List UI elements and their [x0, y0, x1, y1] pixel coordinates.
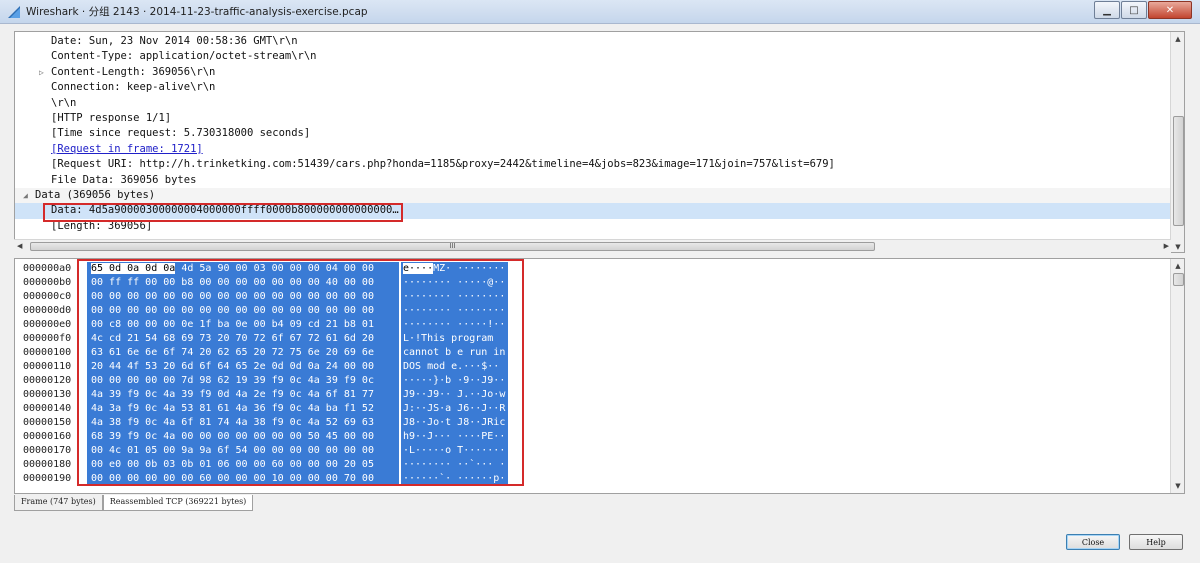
packet-details-pane[interactable]: Date: Sun, 23 Nov 2014 00:58:36 GMT\r\n … — [14, 31, 1185, 253]
collapse-arrow-icon[interactable]: ◢ — [23, 188, 28, 203]
title-bar: Wireshark · 分组 2143 · 2014-11-23-traffic… — [0, 0, 1200, 24]
hex-selection-highlight — [77, 259, 524, 486]
scroll-down-icon[interactable]: ▼ — [1171, 479, 1184, 493]
window-controls: ▁ □ ✕ — [1093, 1, 1192, 19]
tab-frame[interactable]: Frame (747 bytes) — [14, 495, 103, 511]
expand-arrow-icon[interactable]: ▷ — [39, 65, 44, 80]
tree-item-data-section[interactable]: ◢ Data (369056 bytes) — [15, 188, 1170, 204]
tab-reassembled-tcp[interactable]: Reassembled TCP (369221 bytes) — [102, 495, 254, 511]
maximize-button[interactable]: □ — [1121, 1, 1147, 19]
close-window-button[interactable]: ✕ — [1148, 1, 1192, 19]
minimize-button[interactable]: ▁ — [1094, 1, 1120, 19]
window-title: Wireshark · 分组 2143 · 2014-11-23-traffic… — [26, 6, 368, 18]
scroll-down-icon[interactable]: ▼ — [1171, 240, 1184, 252]
packet-bytes-pane[interactable]: 000000a0 65 0d 0a 0d 0a 4d 5a 90 00 03 0… — [14, 258, 1185, 494]
help-button[interactable]: Help — [1129, 534, 1183, 550]
tree-horizontal-scrollbar[interactable]: ◀ III ▶ — [14, 239, 1171, 253]
close-button[interactable]: Close — [1066, 534, 1120, 550]
scroll-right-icon[interactable]: ▶ — [1164, 242, 1169, 250]
scroll-left-icon[interactable]: ◀ — [17, 242, 22, 250]
bytes-tabs: Frame (747 bytes) Reassembled TCP (36922… — [14, 495, 254, 511]
hex-vertical-scrollbar[interactable]: ▲ ▼ — [1170, 259, 1184, 493]
tree-hscroll-thumb[interactable]: III — [30, 242, 875, 251]
scroll-up-icon[interactable]: ▲ — [1171, 259, 1184, 273]
tree-vertical-scrollbar[interactable]: ▲ ▼ — [1170, 32, 1184, 252]
tree-scroll-thumb[interactable] — [1173, 116, 1184, 226]
data-field-highlight — [43, 203, 403, 222]
scroll-up-icon[interactable]: ▲ — [1171, 32, 1184, 46]
hex-scroll-thumb[interactable] — [1173, 273, 1184, 286]
wireshark-logo-icon — [8, 6, 20, 18]
